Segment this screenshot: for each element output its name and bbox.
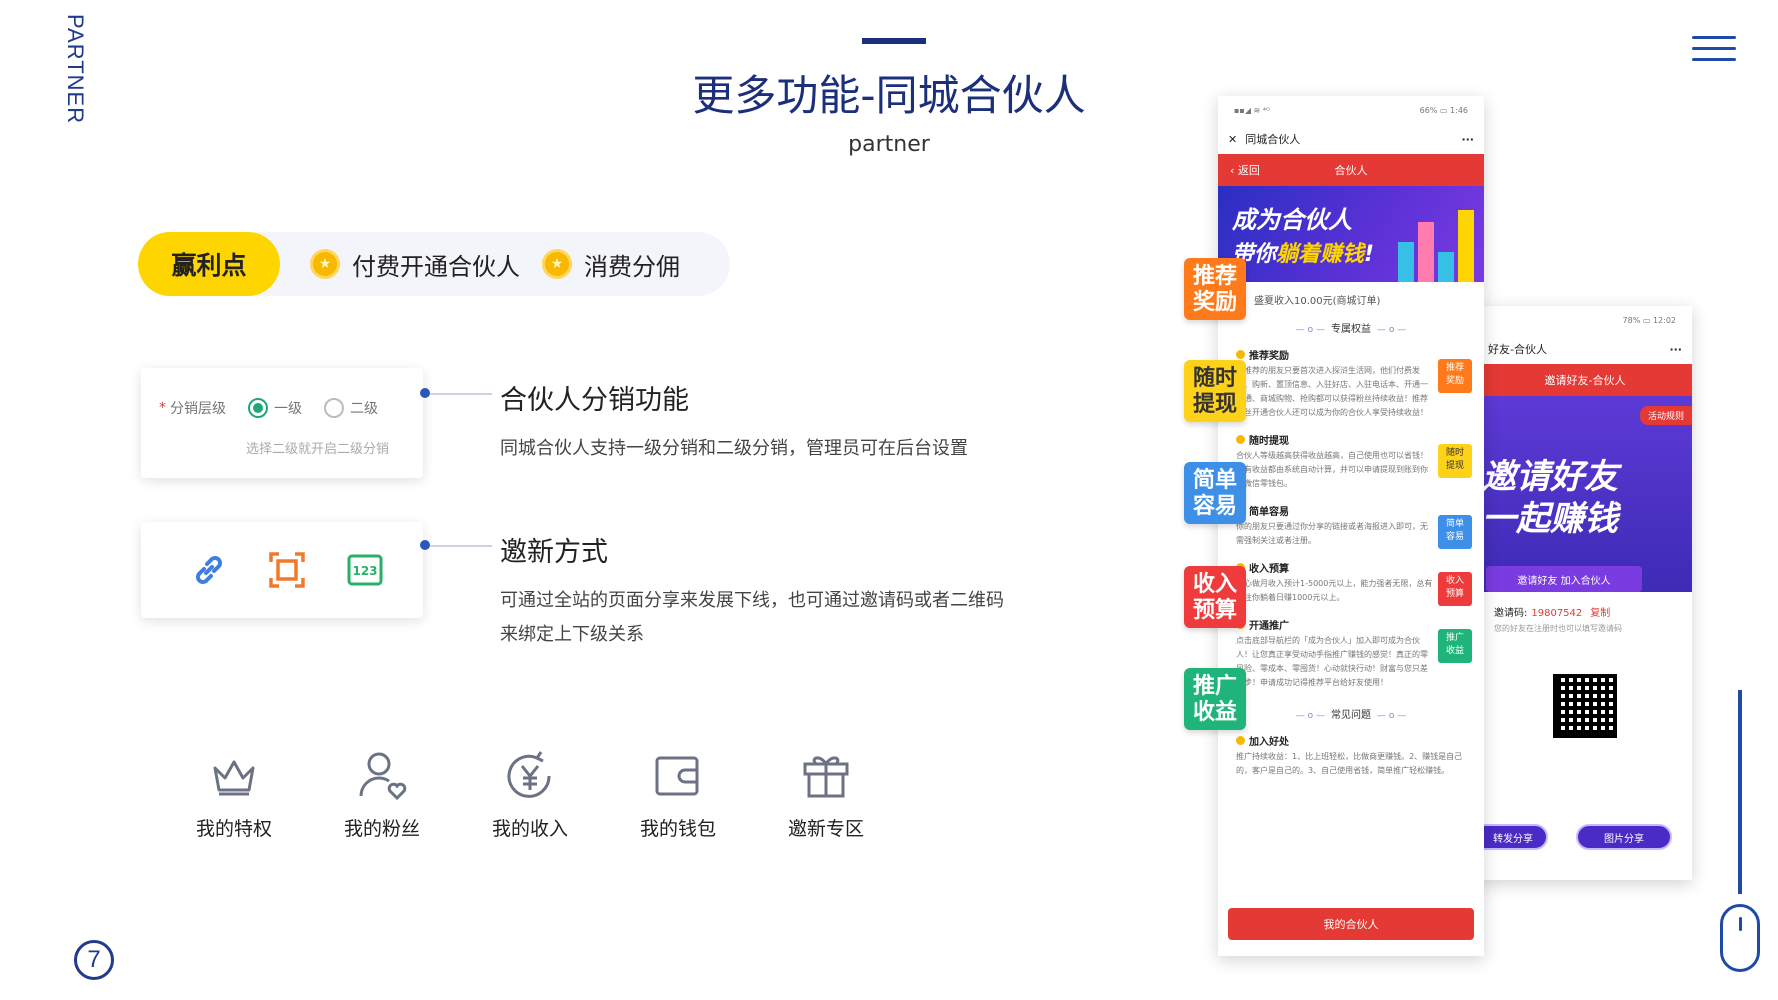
icon-label: 我的收入 [491,818,568,840]
my-income-item[interactable]: 我的收入 [456,746,604,841]
scan-icon [267,550,307,590]
forward-share-button[interactable]: 转发分享 [1478,824,1548,850]
invite-methods-card: 123 [141,522,423,618]
float-tag-promotion: 推广 收益 [1184,668,1246,730]
feature-desc: 同城合伙人支持一级分销和二级分销，管理员可在后台设置 [500,438,968,459]
more-icon[interactable]: ··· [1461,133,1474,146]
image-share-button[interactable]: 图片分享 [1576,824,1672,850]
coin-icon: ★ [542,249,572,279]
feature-title: 合伙人分销功能 [500,385,689,416]
partner-phone: ▪▪◢ ≋ ⁴ᴳ 66% ▭ 1:46 ✕ 同城合伙人 ··· ‹ 返回 合伙人 成为合… [1218,96,1484,956]
icon-label: 我的粉丝 [343,818,420,840]
rules-link[interactable]: 活动规则 [1639,406,1692,425]
coin-icon: ★ [310,249,340,279]
mouse-icon [1720,904,1760,972]
wx-title: 好友-合伙人 [1488,343,1547,356]
wx-title: 同城合伙人 [1245,133,1301,146]
title-accent-bar [862,38,926,44]
option-label: 二级 [350,401,378,417]
faq-item: 加入好处 推广持续收益：1、比上班轻松，比做商更赚钱。2、赚钱是自己的，客户是自… [1236,736,1463,775]
float-tag-withdraw: 随时 提现 [1184,360,1246,422]
connector-dot [420,540,430,550]
tab-label: 付费开通合伙人 [352,252,520,281]
invite-code-box: 邀请码: 19807542 复制 您的好友在注册时也可以填写邀请码 [1486,592,1684,646]
partner-banner: 成为合伙人 带你躺着赚钱! [1218,186,1484,282]
invite-banner: 活动规则 邀请好友 一起赚钱 邀请好友 加入合伙人 [1478,396,1692,592]
invite-friends-phone: 78% ▭ 12:02 好友-合伙人 ··· 邀请好友-合伙人 活动规则 邀请好友… [1478,306,1692,880]
feature-icon-row: 我的特权 我的粉丝 我的收入 我的钱包 邀新专区 [160,746,900,841]
hint-text: 选择二级就开启二级分销 [246,442,390,457]
scroll-indicator-line [1738,690,1742,894]
my-partner-button[interactable]: 我的合伙人 [1228,908,1474,940]
float-tag-income-budget: 收入 预算 [1184,566,1246,628]
tab-consumption-commission[interactable]: ★ 消费分佣 [542,232,680,296]
icon-label: 邀新专区 [787,818,864,840]
my-wallet-item[interactable]: 我的钱包 [604,746,752,841]
benefit-item: 收入预算 用心做月收入预计1-5000元以上，能力强者无限，总有关注你躺着日赚1… [1218,556,1484,613]
benefit-item: 推荐奖励 你推荐的朋友只要首次进入探浒生活网，他们付费发布、购新、置顶信息、入驻… [1218,343,1484,428]
benefit-item: 开通推广 点击底部导航栏的「成为合伙人」加入即可成为合伙人！让您真正享受动动手指… [1218,613,1484,698]
page-subtitle: partner [848,132,930,157]
benefit-item: 随时提现 合伙人等级越高获得收益越高，自己使用也可以省钱！所有收益都由系统自动计… [1218,428,1484,499]
page-title: 更多功能-同城合伙人 [692,71,1086,120]
icon-label: 我的特权 [195,818,272,840]
income-notice: 盛夏收入10.00元(商城订单) [1254,296,1381,307]
qr-code [1553,674,1617,738]
more-icon[interactable]: ··· [1669,343,1682,356]
yen-coin-icon [507,751,551,798]
connector-dot [420,388,430,398]
user-heart-icon [359,752,407,801]
field-label: 分销层级 [170,401,226,417]
gift-icon [803,756,849,798]
join-partner-button[interactable]: 邀请好友 加入合伙人 [1486,566,1642,592]
page-number: 7 [74,940,114,980]
distribution-level-card: * 分销层级 一级 二级 选择二级就开启二级分销 [141,368,423,478]
benefit-item: 简单容易 你的朋友只要通过你分享的链接或者海报进入即可，无需强制关注或者注册。 … [1218,499,1484,556]
feature-desc: 可通过全站的页面分享来发展下线，也可通过邀请码或者二维码来绑定上下级关系 [500,590,1004,645]
tab-profit-points[interactable]: 赢利点 [138,232,280,296]
invite-zone-item[interactable]: 邀新专区 [752,746,900,841]
red-title: 邀请好友-合伙人 [1544,374,1626,387]
my-privileges-item[interactable]: 我的特权 [160,746,308,841]
option-label: 一级 [274,401,302,417]
my-fans-item[interactable]: 我的粉丝 [308,746,456,841]
invite-code: 19807542 [1531,608,1583,619]
code-123-icon: 123 [345,550,385,590]
close-icon[interactable]: ✕ [1228,133,1237,146]
radio-level-one[interactable] [248,398,268,418]
profit-tabs: 赢利点 ★ 付费开通合伙人 ★ 消费分佣 [138,232,730,296]
feature-title: 邀新方式 [500,537,608,568]
tab-label: 消费分佣 [584,252,680,281]
section-heading: 专属权益 [1218,320,1484,335]
tab-paid-partner[interactable]: ★ 付费开通合伙人 [310,232,520,296]
svg-text:123: 123 [352,564,377,578]
float-tag-simple: 简单 容易 [1184,462,1246,524]
float-tag-recommend-reward: 推荐 奖励 [1184,258,1246,320]
connector-line [430,393,492,395]
radio-level-two[interactable] [324,398,344,418]
red-title: 合伙人 [1334,164,1368,177]
section-heading: 常见问题 [1218,706,1484,721]
copy-link[interactable]: 复制 [1590,608,1610,619]
connector-line [430,545,492,547]
crown-icon [213,760,255,796]
icon-label: 我的钱包 [639,818,716,840]
link-icon [189,550,229,590]
wallet-icon [655,756,699,796]
